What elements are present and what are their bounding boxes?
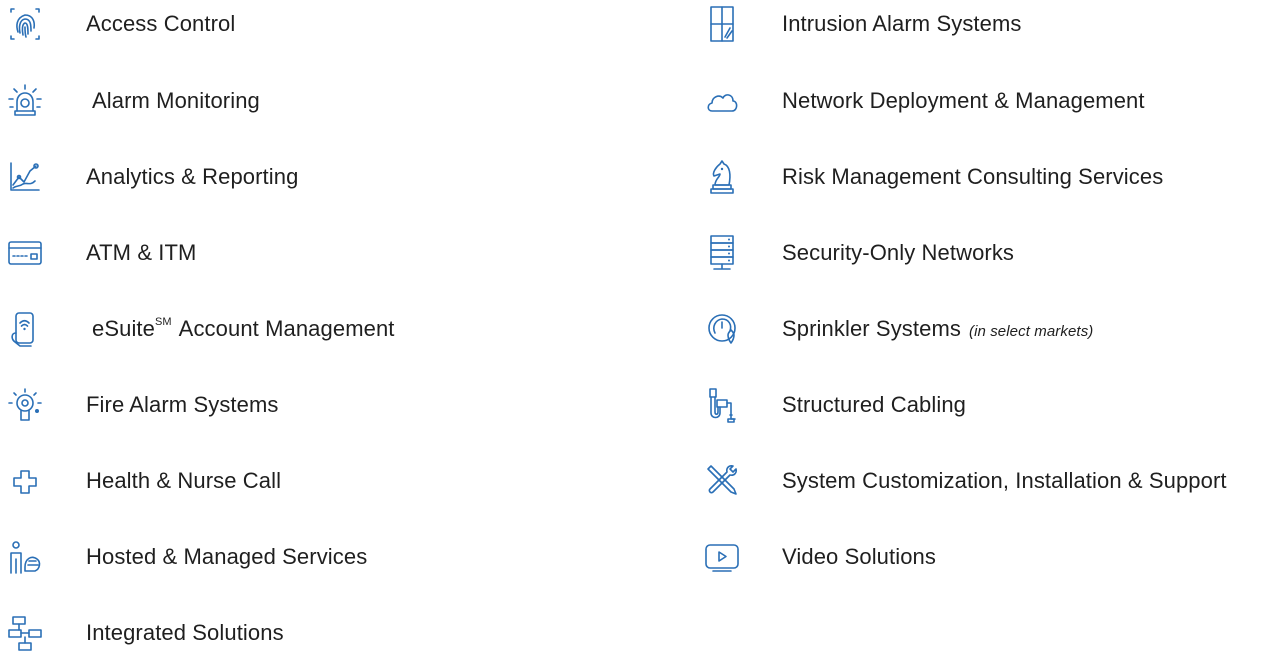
item-label: Risk Management Consulting Services [782,164,1164,189]
item-label: Network Deployment & Management [782,88,1145,113]
medical-cross-icon [0,461,50,501]
video-play-icon [694,537,750,577]
item-label: Analytics & Reporting [86,164,299,189]
item-label-brand: eSuite [92,316,155,341]
item-label: Health & Nurse Call [86,468,282,493]
integrated-network-icon [0,613,50,653]
tools-icon [694,461,750,501]
item-label-text: Sprinkler Systems [782,316,961,341]
item-label: Hosted & Managed Services [86,544,368,569]
smoke-detector-icon [0,385,50,425]
sprinkler-gauge-icon [694,309,750,349]
server-stack-icon [694,233,750,273]
alarm-beacon-icon [0,81,50,121]
window-sensor-icon [694,4,750,44]
item-label: Video Solutions [782,544,936,569]
item-label: Access Control [86,11,236,36]
item-label-rest: Account Management [173,316,395,341]
item-label: ATM & ITM [86,240,197,265]
card-icon [0,233,50,273]
smartphone-hand-icon [0,309,50,349]
cloud-icon [694,81,750,121]
cable-icon [694,385,750,425]
item-label: Security-Only Networks [782,240,1015,265]
item-label: Intrusion Alarm Systems [782,11,1022,36]
item-label: Integrated Solutions [86,620,284,645]
chess-knight-icon [694,157,750,197]
item-note: (in select markets) [968,323,1094,340]
item-label: Fire Alarm Systems [86,392,279,417]
item-label: Sprinkler Systems (in select markets) [782,309,1093,352]
item-label: eSuiteSM Account Management [92,309,395,349]
fingerprint-icon [0,4,50,44]
analytics-chart-icon [0,157,50,197]
item-label: System Customization, Installation & Sup… [782,468,1227,493]
service-mark: SM [154,316,172,328]
item-label: Structured Cabling [782,392,967,417]
person-server-icon [0,537,50,577]
item-label: Alarm Monitoring [92,88,260,113]
